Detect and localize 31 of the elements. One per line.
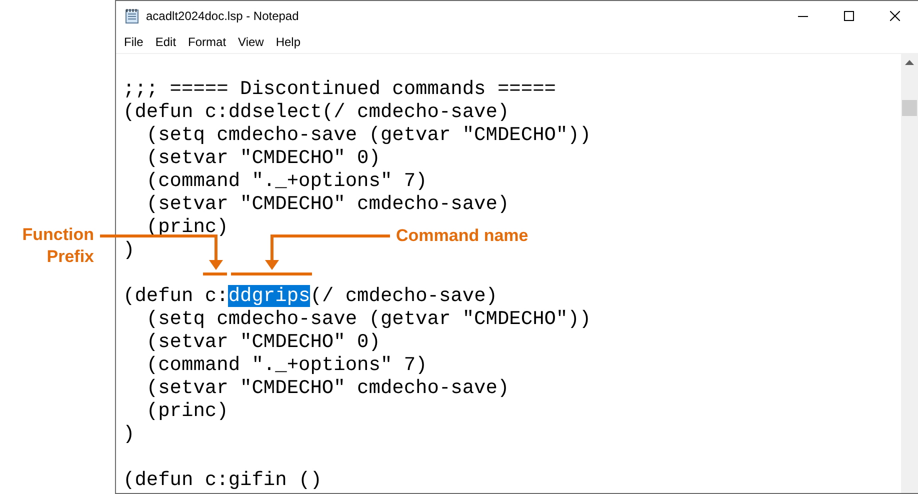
code-text: (setvar "CMDECHO" 0): [145, 331, 380, 353]
code-text: (setq cmdecho-save (getvar "CMDECHO")): [145, 124, 592, 146]
code-text: (princ): [145, 400, 228, 422]
menu-item[interactable]: Edit: [149, 33, 182, 51]
code-text: (command "._+options" 7): [145, 170, 428, 192]
annotation-label: Command name: [396, 225, 528, 247]
code-text: ): [123, 239, 135, 261]
scroll-up-icon[interactable]: [905, 60, 914, 65]
menu-item[interactable]: Format: [182, 33, 232, 51]
menu-item[interactable]: File: [118, 33, 150, 51]
vertical-scrollbar[interactable]: [901, 54, 918, 493]
code-text: (defun c:: [123, 285, 228, 307]
code-text: (setvar "CMDECHO" 0): [145, 147, 380, 169]
code-text: (/ cmdecho-save): [310, 285, 498, 307]
code-text: (princ): [145, 216, 228, 238]
menu-item[interactable]: View: [232, 33, 270, 51]
scrollbar-thumb[interactable]: [902, 100, 917, 116]
close-icon: [890, 11, 900, 21]
code-text: (defun c:gifin (): [123, 469, 322, 491]
code-text: (defun c:ddselect(/ cmdecho-save): [123, 101, 510, 123]
code-text: ;;; ===== Discontinued commands =====: [123, 78, 556, 100]
code-text: ): [123, 423, 135, 445]
menu-item[interactable]: Help: [270, 33, 307, 51]
notepad-icon: [124, 8, 140, 24]
code-text: (setvar "CMDECHO" cmdecho-save): [145, 377, 510, 399]
code-text: (setvar "CMDECHO" cmdecho-save): [145, 193, 510, 215]
selected-code-text: ddgrips: [228, 285, 310, 307]
maximize-icon: [844, 11, 854, 21]
code-text: (setq cmdecho-save (getvar "CMDECHO")): [145, 308, 592, 330]
window-title: acadlt2024doc.lsp - Notepad: [146, 8, 299, 25]
code-text: (command "._+options" 7): [145, 354, 428, 376]
